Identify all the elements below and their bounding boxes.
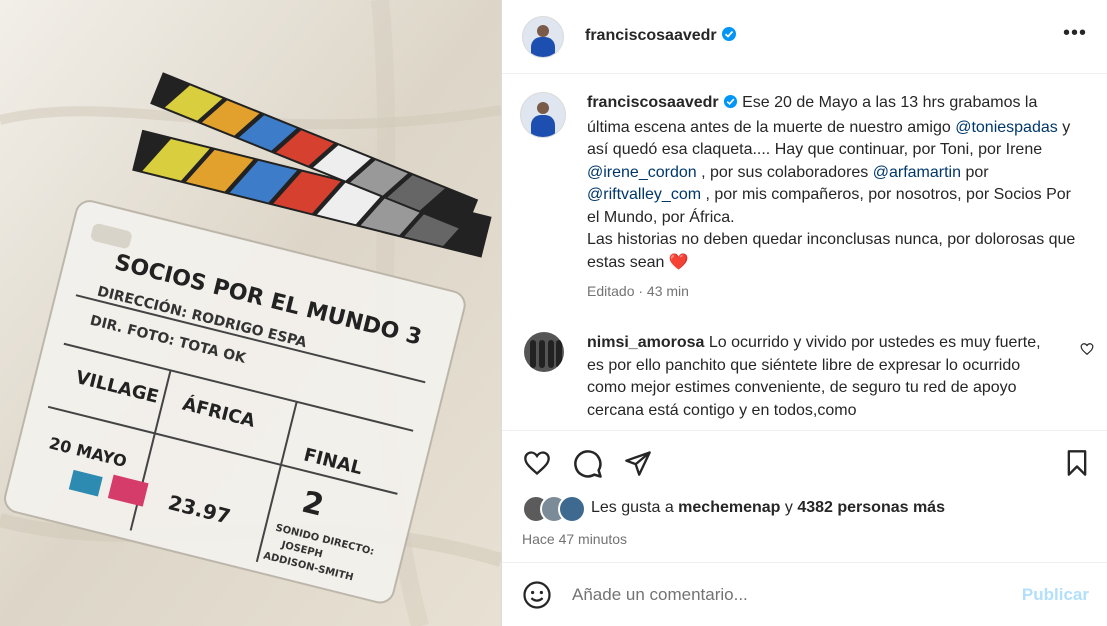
post-username[interactable]: franciscosaavedr [585, 26, 737, 47]
action-bar [502, 430, 1107, 495]
publish-button[interactable]: Publicar [1022, 585, 1089, 605]
caption-part: Las historias no deben quedar inconclusa… [587, 231, 1076, 271]
caption-part: por [961, 163, 989, 181]
post-image[interactable]: SOCIOS POR EL MUNDO 3 DIRECCIÓN: RODRIGO… [0, 0, 501, 626]
heart-icon[interactable] [522, 449, 552, 482]
add-comment-bar: Añade un comentario... Publicar [502, 562, 1107, 626]
comment-input[interactable]: Añade un comentario... [572, 585, 748, 605]
comment-icon[interactable] [573, 449, 603, 484]
mention-link[interactable]: @irene_cordon [587, 164, 697, 181]
more-icon[interactable]: ••• [1063, 23, 1087, 43]
bookmark-icon[interactable] [1063, 449, 1091, 482]
edited-label: Editado · 43 min [587, 283, 689, 299]
mention-link[interactable]: @arfamartin [873, 164, 961, 181]
heart-emoji: ❤️ [668, 253, 689, 271]
comments-area[interactable]: franciscosaavedr Ese 20 de Mayo a las 13… [502, 74, 1107, 430]
likes-text[interactable]: Les gusta a mechemenap y 4382 personas m… [591, 499, 945, 517]
caption-text: franciscosaavedr Ese 20 de Mayo a las 13… [587, 92, 1077, 274]
likes-row: Les gusta a mechemenap y 4382 personas m… [502, 495, 1107, 531]
caption-part: , por sus colaboradores [696, 163, 873, 181]
avatar[interactable] [522, 15, 564, 58]
verified-icon [721, 26, 737, 47]
post-sidebar: franciscosaavedr ••• franciscosaavedr Es… [501, 0, 1107, 626]
post-header: franciscosaavedr ••• [502, 0, 1107, 74]
mention-link[interactable]: @riftvalley_com [587, 186, 701, 203]
like-comment-icon[interactable] [1080, 342, 1094, 361]
caption-username[interactable]: franciscosaavedr [587, 94, 719, 111]
clapperboard-photo: SOCIOS POR EL MUNDO 3 DIRECCIÓN: RODRIGO… [0, 0, 501, 626]
comment-text: nimsi_amorosa Lo ocurrido y vivido por u… [587, 332, 1047, 422]
emoji-icon[interactable] [522, 580, 552, 615]
verified-icon [723, 94, 738, 117]
liker-avatar [558, 495, 586, 523]
comment-username[interactable]: nimsi_amorosa [587, 334, 704, 351]
share-icon[interactable] [623, 449, 653, 482]
comment-avatar[interactable] [524, 332, 564, 372]
mention-link[interactable]: @toniespadas [955, 119, 1058, 136]
caption-avatar[interactable] [520, 92, 566, 138]
post-time: Hace 47 minutos [522, 531, 628, 547]
